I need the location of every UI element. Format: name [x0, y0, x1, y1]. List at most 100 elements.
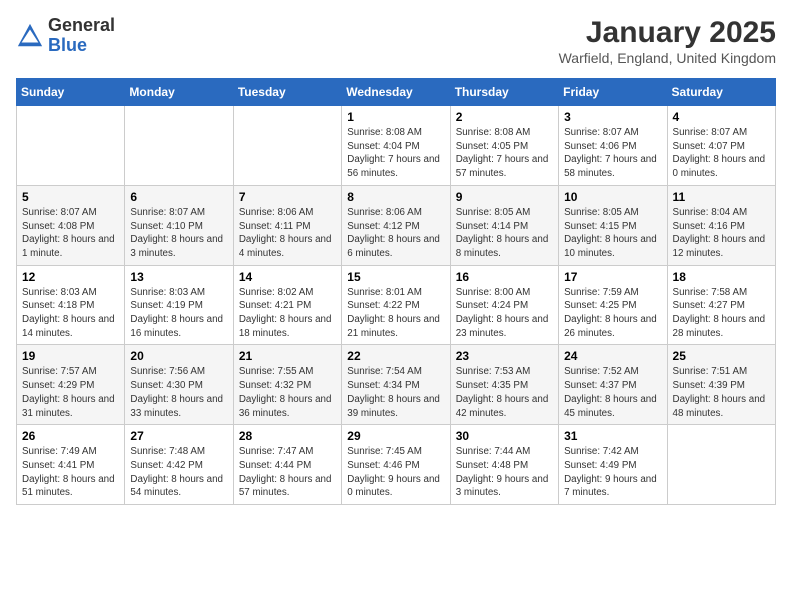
calendar-week-3: 12 Sunrise: 8:03 AM Sunset: 4:18 PM Dayli…: [17, 265, 776, 345]
calendar-cell: 12 Sunrise: 8:03 AM Sunset: 4:18 PM Dayli…: [17, 265, 125, 345]
day-number: 22: [347, 349, 444, 363]
day-info: Sunrise: 8:00 AM Sunset: 4:24 PM Dayligh…: [456, 286, 553, 341]
calendar-cell: 19 Sunrise: 7:57 AM Sunset: 4:29 PM Dayli…: [17, 345, 125, 425]
day-number: 2: [456, 110, 553, 124]
day-number: 15: [347, 270, 444, 284]
day-info: Sunrise: 8:06 AM Sunset: 4:11 PM Dayligh…: [239, 206, 336, 261]
calendar-cell: 2 Sunrise: 8:08 AM Sunset: 4:05 PM Daylig…: [450, 106, 558, 186]
day-number: 29: [347, 429, 444, 443]
day-info: Sunrise: 7:51 AM Sunset: 4:39 PM Dayligh…: [673, 365, 770, 420]
calendar-cell: 30 Sunrise: 7:44 AM Sunset: 4:48 PM Dayli…: [450, 425, 558, 505]
day-number: 19: [22, 349, 119, 363]
day-number: 13: [130, 270, 227, 284]
day-info: Sunrise: 7:52 AM Sunset: 4:37 PM Dayligh…: [564, 365, 661, 420]
day-number: 23: [456, 349, 553, 363]
weekday-header-saturday: Saturday: [667, 79, 775, 106]
day-number: 9: [456, 190, 553, 204]
day-number: 5: [22, 190, 119, 204]
calendar-cell: 23 Sunrise: 7:53 AM Sunset: 4:35 PM Dayli…: [450, 345, 558, 425]
calendar-cell: 10Sunrise: 8:05 AM Sunset: 4:15 PM Dayli…: [559, 185, 667, 265]
weekday-header-row: SundayMondayTuesdayWednesdayThursdayFrid…: [17, 79, 776, 106]
day-number: 7: [239, 190, 336, 204]
calendar-week-1: 1 Sunrise: 8:08 AM Sunset: 4:04 PM Daylig…: [17, 106, 776, 186]
calendar-cell: 27 Sunrise: 7:48 AM Sunset: 4:42 PM Dayli…: [125, 425, 233, 505]
calendar-body: 1 Sunrise: 8:08 AM Sunset: 4:04 PM Daylig…: [17, 106, 776, 505]
day-info: Sunrise: 8:05 AM Sunset: 4:14 PM Dayligh…: [456, 206, 553, 261]
day-info: Sunrise: 8:03 AM Sunset: 4:18 PM Dayligh…: [22, 286, 119, 341]
day-info: Sunrise: 7:59 AM Sunset: 4:25 PM Dayligh…: [564, 286, 661, 341]
title-block: January 2025 Warfield, England, United K…: [559, 16, 776, 66]
calendar-week-5: 26 Sunrise: 7:49 AM Sunset: 4:41 PM Dayli…: [17, 425, 776, 505]
weekday-header-sunday: Sunday: [17, 79, 125, 106]
day-info: Sunrise: 8:01 AM Sunset: 4:22 PM Dayligh…: [347, 286, 444, 341]
day-number: 6: [130, 190, 227, 204]
day-info: Sunrise: 8:07 AM Sunset: 4:10 PM Dayligh…: [130, 206, 227, 261]
day-info: Sunrise: 8:07 AM Sunset: 4:06 PM Dayligh…: [564, 126, 661, 181]
day-info: Sunrise: 7:48 AM Sunset: 4:42 PM Dayligh…: [130, 445, 227, 500]
day-info: Sunrise: 8:08 AM Sunset: 4:04 PM Dayligh…: [347, 126, 444, 181]
calendar-cell: [233, 106, 341, 186]
day-info: Sunrise: 7:57 AM Sunset: 4:29 PM Dayligh…: [22, 365, 119, 420]
day-info: Sunrise: 7:53 AM Sunset: 4:35 PM Dayligh…: [456, 365, 553, 420]
day-number: 30: [456, 429, 553, 443]
day-info: Sunrise: 8:07 AM Sunset: 4:08 PM Dayligh…: [22, 206, 119, 261]
calendar-subtitle: Warfield, England, United Kingdom: [559, 50, 776, 66]
weekday-header-monday: Monday: [125, 79, 233, 106]
day-info: Sunrise: 7:54 AM Sunset: 4:34 PM Dayligh…: [347, 365, 444, 420]
logo-blue-text: Blue: [48, 35, 87, 55]
calendar-cell: 7 Sunrise: 8:06 AM Sunset: 4:11 PM Daylig…: [233, 185, 341, 265]
day-number: 1: [347, 110, 444, 124]
day-number: 26: [22, 429, 119, 443]
weekday-header-wednesday: Wednesday: [342, 79, 450, 106]
day-info: Sunrise: 7:49 AM Sunset: 4:41 PM Dayligh…: [22, 445, 119, 500]
calendar-cell: 3Sunrise: 8:07 AM Sunset: 4:06 PM Daylig…: [559, 106, 667, 186]
day-number: 11: [673, 190, 770, 204]
calendar-cell: 25 Sunrise: 7:51 AM Sunset: 4:39 PM Dayli…: [667, 345, 775, 425]
day-number: 12: [22, 270, 119, 284]
day-number: 17: [564, 270, 661, 284]
day-number: 14: [239, 270, 336, 284]
calendar-cell: 24 Sunrise: 7:52 AM Sunset: 4:37 PM Dayli…: [559, 345, 667, 425]
day-info: Sunrise: 8:08 AM Sunset: 4:05 PM Dayligh…: [456, 126, 553, 181]
logo: General Blue: [16, 16, 115, 56]
day-info: Sunrise: 7:44 AM Sunset: 4:48 PM Dayligh…: [456, 445, 553, 500]
calendar-cell: 6 Sunrise: 8:07 AM Sunset: 4:10 PM Daylig…: [125, 185, 233, 265]
calendar-cell: 31 Sunrise: 7:42 AM Sunset: 4:49 PM Dayli…: [559, 425, 667, 505]
calendar-cell: 17 Sunrise: 7:59 AM Sunset: 4:25 PM Dayli…: [559, 265, 667, 345]
calendar-cell: 8Sunrise: 8:06 AM Sunset: 4:12 PM Daylig…: [342, 185, 450, 265]
calendar-cell: [667, 425, 775, 505]
day-info: Sunrise: 7:55 AM Sunset: 4:32 PM Dayligh…: [239, 365, 336, 420]
day-number: 25: [673, 349, 770, 363]
calendar-table: SundayMondayTuesdayWednesdayThursdayFrid…: [16, 78, 776, 505]
weekday-header-friday: Friday: [559, 79, 667, 106]
day-info: Sunrise: 7:47 AM Sunset: 4:44 PM Dayligh…: [239, 445, 336, 500]
calendar-cell: 26 Sunrise: 7:49 AM Sunset: 4:41 PM Dayli…: [17, 425, 125, 505]
calendar-cell: 11Sunrise: 8:04 AM Sunset: 4:16 PM Dayli…: [667, 185, 775, 265]
day-number: 10: [564, 190, 661, 204]
day-number: 27: [130, 429, 227, 443]
calendar-cell: 13 Sunrise: 8:03 AM Sunset: 4:19 PM Dayli…: [125, 265, 233, 345]
day-info: Sunrise: 8:03 AM Sunset: 4:19 PM Dayligh…: [130, 286, 227, 341]
day-info: Sunrise: 7:45 AM Sunset: 4:46 PM Dayligh…: [347, 445, 444, 500]
page-header: General Blue January 2025 Warfield, Engl…: [16, 16, 776, 66]
logo-icon: [16, 22, 44, 50]
day-number: 18: [673, 270, 770, 284]
calendar-cell: 18Sunrise: 7:58 AM Sunset: 4:27 PM Dayli…: [667, 265, 775, 345]
day-number: 31: [564, 429, 661, 443]
calendar-week-4: 19 Sunrise: 7:57 AM Sunset: 4:29 PM Dayli…: [17, 345, 776, 425]
calendar-header: SundayMondayTuesdayWednesdayThursdayFrid…: [17, 79, 776, 106]
day-number: 16: [456, 270, 553, 284]
day-number: 28: [239, 429, 336, 443]
calendar-cell: 1 Sunrise: 8:08 AM Sunset: 4:04 PM Daylig…: [342, 106, 450, 186]
logo-general-text: General: [48, 15, 115, 35]
calendar-cell: [17, 106, 125, 186]
calendar-week-2: 5 Sunrise: 8:07 AM Sunset: 4:08 PM Daylig…: [17, 185, 776, 265]
day-info: Sunrise: 7:56 AM Sunset: 4:30 PM Dayligh…: [130, 365, 227, 420]
calendar-cell: 21Sunrise: 7:55 AM Sunset: 4:32 PM Dayli…: [233, 345, 341, 425]
logo-text: General Blue: [48, 16, 115, 56]
day-info: Sunrise: 7:42 AM Sunset: 4:49 PM Dayligh…: [564, 445, 661, 500]
calendar-title: January 2025: [559, 16, 776, 50]
day-number: 24: [564, 349, 661, 363]
calendar-cell: 9 Sunrise: 8:05 AM Sunset: 4:14 PM Daylig…: [450, 185, 558, 265]
calendar-cell: 20Sunrise: 7:56 AM Sunset: 4:30 PM Dayli…: [125, 345, 233, 425]
